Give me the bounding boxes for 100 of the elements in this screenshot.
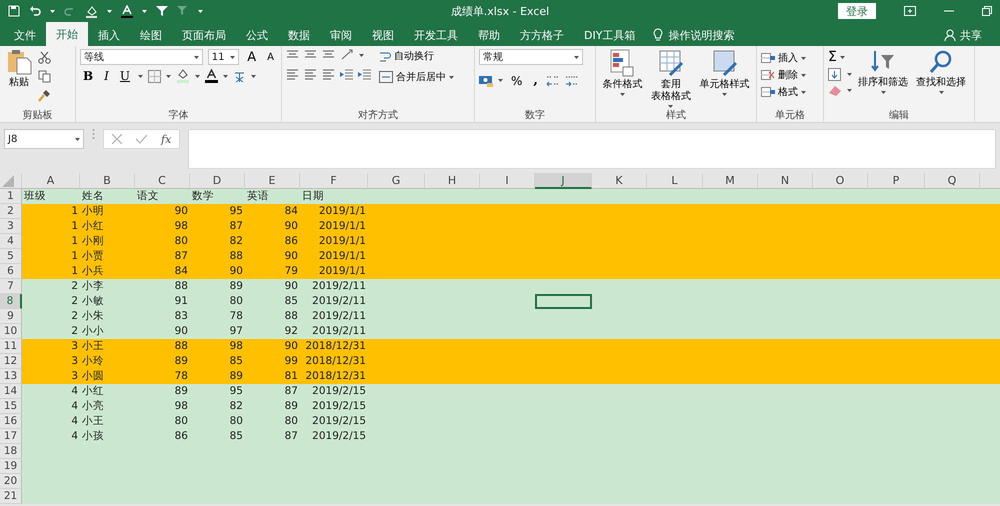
bold-button[interactable]: B bbox=[80, 69, 96, 83]
row-header[interactable]: 20 bbox=[0, 474, 22, 489]
italic-button[interactable]: I bbox=[101, 69, 112, 83]
fill-color-icon[interactable] bbox=[85, 4, 98, 18]
conditional-format-button[interactable]: 条件格式 bbox=[600, 49, 644, 108]
caret-icon[interactable] bbox=[142, 10, 147, 12]
column-header[interactable]: M bbox=[703, 173, 758, 189]
caret-icon[interactable] bbox=[107, 10, 112, 12]
delete-button[interactable]: 删除 bbox=[761, 68, 819, 82]
decrease-indent-icon[interactable] bbox=[340, 69, 353, 81]
ribbon-display-icon[interactable] bbox=[904, 6, 916, 16]
row-header[interactable]: 7 bbox=[0, 279, 22, 294]
percent-button[interactable]: % bbox=[508, 74, 526, 88]
ribbon-tab[interactable]: 文件 bbox=[4, 24, 46, 46]
column-header[interactable]: E bbox=[245, 173, 300, 189]
ribbon-tab[interactable]: 开始 bbox=[46, 22, 88, 46]
ribbon-tab[interactable]: 帮助 bbox=[468, 24, 510, 46]
paste-button[interactable]: 粘贴 bbox=[4, 49, 34, 108]
column-header[interactable]: L bbox=[647, 173, 703, 189]
ribbon-tab[interactable]: 方方格子 bbox=[510, 24, 574, 46]
caret-icon[interactable] bbox=[359, 54, 364, 56]
ribbon-tab[interactable]: 数据 bbox=[278, 24, 320, 46]
caret-icon[interactable] bbox=[847, 73, 852, 76]
column-header[interactable]: B bbox=[80, 173, 135, 189]
login-button[interactable]: 登录 bbox=[838, 3, 876, 19]
ribbon-tab[interactable]: 视图 bbox=[362, 24, 404, 46]
column-header[interactable]: Q bbox=[925, 173, 980, 189]
formula-input[interactable] bbox=[188, 129, 996, 169]
ribbon-tab[interactable]: 绘图 bbox=[130, 24, 172, 46]
restore-icon[interactable] bbox=[982, 6, 992, 16]
caret-icon[interactable] bbox=[722, 93, 728, 96]
caret-icon[interactable] bbox=[251, 74, 256, 78]
caret-icon[interactable] bbox=[840, 56, 845, 58]
ribbon-tab[interactable]: 开发工具 bbox=[404, 24, 468, 46]
caret-icon[interactable] bbox=[847, 88, 852, 92]
column-header[interactable]: O bbox=[813, 173, 868, 189]
ribbon-tab[interactable]: 页面布局 bbox=[172, 24, 236, 46]
insert-function-button[interactable]: fx bbox=[161, 132, 172, 146]
lightbulb-icon[interactable] bbox=[653, 28, 664, 42]
column-header[interactable]: J bbox=[535, 173, 592, 189]
increase-decimal-icon[interactable] bbox=[546, 74, 560, 87]
row-header[interactable]: 19 bbox=[0, 459, 22, 474]
phonetic-icon[interactable] bbox=[233, 70, 246, 82]
column-header[interactable]: N bbox=[758, 173, 813, 189]
check-icon[interactable] bbox=[136, 134, 147, 144]
align-left-icon[interactable] bbox=[304, 69, 317, 81]
sort-filter-button[interactable]: 排序和筛选 bbox=[856, 49, 910, 108]
person-icon[interactable] bbox=[944, 29, 956, 41]
ribbon-tab[interactable]: DIY工具箱 bbox=[574, 24, 646, 46]
merge-center-button[interactable]: 合并后居中 bbox=[379, 70, 454, 84]
caret-icon[interactable] bbox=[50, 10, 55, 12]
format-button[interactable]: 格式 bbox=[761, 85, 819, 99]
share-button[interactable]: 共享 bbox=[960, 28, 982, 42]
row-header[interactable]: 10 bbox=[0, 324, 22, 339]
comma-button[interactable]: , bbox=[530, 73, 541, 88]
autosum-button[interactable]: Σ bbox=[828, 49, 852, 65]
align-left-icon[interactable] bbox=[286, 69, 299, 81]
row-header[interactable]: 5 bbox=[0, 249, 22, 264]
currency-icon[interactable] bbox=[479, 74, 493, 86]
ribbon-tab[interactable]: 审阅 bbox=[320, 24, 362, 46]
font-color-icon[interactable] bbox=[205, 69, 218, 83]
row-header[interactable]: 2 bbox=[0, 204, 22, 219]
insert-button[interactable]: 插入 bbox=[761, 51, 819, 65]
fill-down-icon[interactable] bbox=[828, 68, 842, 81]
save-icon[interactable] bbox=[8, 5, 20, 17]
caret-icon[interactable] bbox=[223, 74, 228, 78]
row-header[interactable]: 15 bbox=[0, 399, 22, 414]
column-header[interactable]: C bbox=[135, 173, 190, 189]
caret-icon[interactable] bbox=[194, 56, 199, 58]
row-header[interactable]: 14 bbox=[0, 384, 22, 399]
caret-icon[interactable] bbox=[668, 105, 674, 108]
font-color-icon[interactable] bbox=[121, 4, 133, 18]
row-header[interactable]: 21 bbox=[0, 489, 22, 504]
copy-icon[interactable] bbox=[38, 70, 51, 83]
caret-icon[interactable] bbox=[801, 74, 806, 76]
row-header[interactable]: 1 bbox=[0, 189, 22, 204]
borders-icon[interactable] bbox=[148, 70, 162, 82]
tell-me-search[interactable]: 操作说明搜索 bbox=[668, 28, 734, 42]
caret-icon[interactable] bbox=[449, 76, 454, 78]
grow-font-button[interactable]: A bbox=[244, 50, 260, 64]
caret-icon[interactable] bbox=[498, 79, 503, 82]
caret-icon[interactable] bbox=[198, 10, 203, 12]
cell-styles-button[interactable]: 单元格样式 bbox=[698, 49, 752, 108]
format-painter-icon[interactable] bbox=[38, 89, 51, 102]
row-header[interactable]: 12 bbox=[0, 354, 22, 369]
fill-color-icon[interactable] bbox=[176, 69, 190, 83]
find-select-button[interactable]: 查找和选择 bbox=[914, 49, 968, 108]
row-header[interactable]: 17 bbox=[0, 429, 22, 444]
caret-icon[interactable] bbox=[801, 90, 806, 94]
wrap-text-button[interactable]: 自动换行 bbox=[379, 49, 454, 63]
increase-indent-icon[interactable] bbox=[358, 69, 371, 81]
caret-icon[interactable] bbox=[195, 74, 200, 78]
column-header[interactable]: K bbox=[592, 173, 647, 189]
row-header[interactable]: 8 bbox=[0, 294, 22, 309]
cut-icon[interactable] bbox=[38, 51, 51, 64]
row-header[interactable]: 9 bbox=[0, 309, 22, 324]
filter-icon[interactable] bbox=[156, 5, 168, 17]
row-header[interactable]: 16 bbox=[0, 414, 22, 429]
column-header[interactable]: G bbox=[368, 173, 425, 189]
caret-icon[interactable] bbox=[574, 56, 579, 58]
